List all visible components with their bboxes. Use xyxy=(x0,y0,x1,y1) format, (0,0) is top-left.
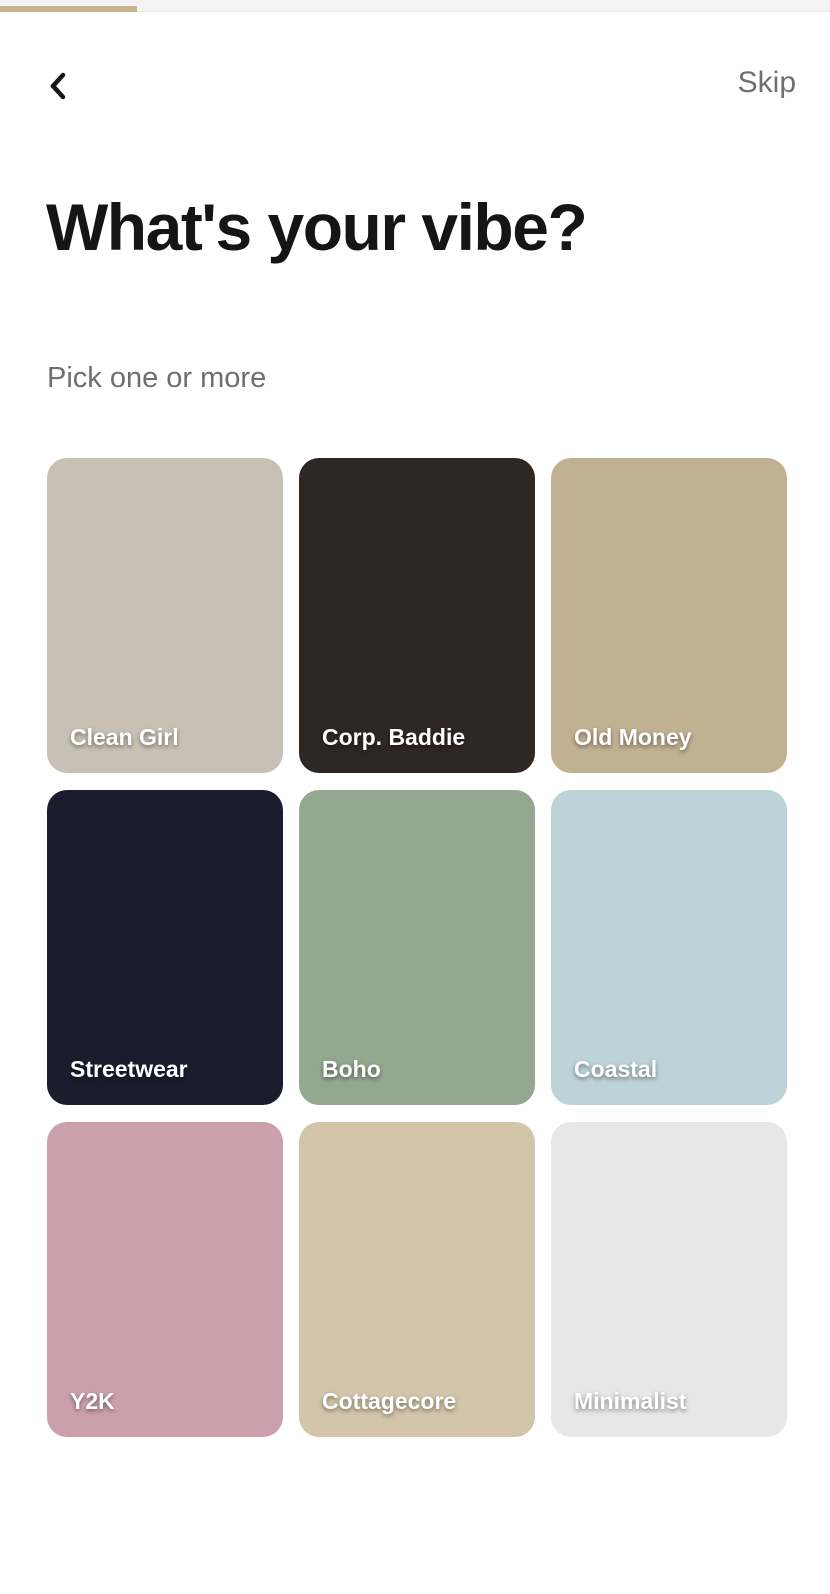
vibe-tile-label: Boho xyxy=(322,1056,381,1082)
vibe-tile-label: Coastal xyxy=(574,1056,658,1082)
vibe-tile-label: Old Money xyxy=(574,724,692,750)
page-subtitle: Pick one or more xyxy=(47,362,267,394)
vibe-tile-streetwear[interactable]: Streetwear xyxy=(47,790,283,1105)
vibe-tile-label: Corp. Baddie xyxy=(322,724,466,750)
chevron-left-icon xyxy=(48,71,68,101)
vibe-tile-coastal[interactable]: Coastal xyxy=(551,790,787,1105)
back-button[interactable] xyxy=(40,64,76,108)
vibe-tile-corp-baddie[interactable]: Corp. Baddie xyxy=(299,458,535,773)
vibe-tile-old-money[interactable]: Old Money xyxy=(551,458,787,773)
vibe-tile-label: Minimalist xyxy=(574,1388,687,1414)
skip-button[interactable]: Skip xyxy=(738,64,796,102)
vibe-tile-label: Clean Girl xyxy=(70,724,179,750)
vibe-tile-boho[interactable]: Boho xyxy=(299,790,535,1105)
vibe-tile-y2k[interactable]: Y2K xyxy=(47,1122,283,1437)
vibe-grid: Clean Girl Corp. Baddie Old Money Street… xyxy=(47,458,787,1437)
vibe-tile-minimalist[interactable]: Minimalist xyxy=(551,1122,787,1437)
vibe-tile-cottagecore[interactable]: Cottagecore xyxy=(299,1122,535,1437)
page-title: What's your vibe? xyxy=(46,190,588,264)
vibe-tile-clean-girl[interactable]: Clean Girl xyxy=(47,458,283,773)
vibe-tile-label: Cottagecore xyxy=(322,1388,457,1414)
progress-fill xyxy=(0,6,137,12)
vibe-tile-label: Streetwear xyxy=(70,1056,188,1082)
vibe-tile-label: Y2K xyxy=(70,1388,115,1414)
